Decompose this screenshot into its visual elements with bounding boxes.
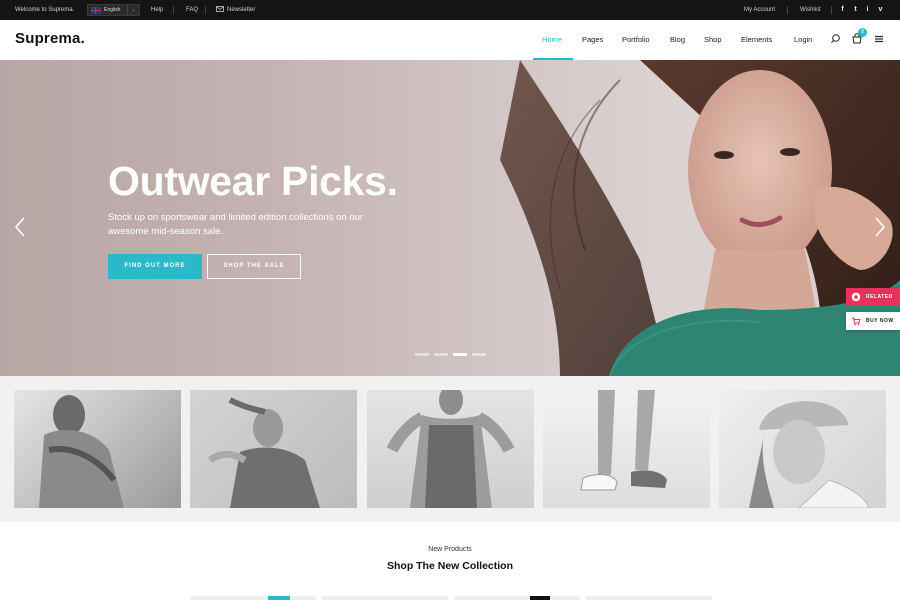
newsletter-link[interactable]: Newsletter xyxy=(227,0,255,20)
hero-title: Outwear Picks. xyxy=(108,158,398,204)
category-tile[interactable] xyxy=(14,390,181,508)
buy-now-label: BUY NOW xyxy=(866,318,894,324)
uk-flag-icon xyxy=(91,7,101,14)
section-eyebrow: New Products xyxy=(428,546,472,553)
nav-pages[interactable]: Pages xyxy=(582,20,603,60)
slider-next-arrow-icon[interactable] xyxy=(873,216,887,238)
nav-login[interactable]: Login xyxy=(794,20,812,60)
cart-icon xyxy=(851,316,861,326)
my-account-link[interactable]: My Account xyxy=(744,0,775,20)
facebook-icon[interactable]: f xyxy=(838,0,847,20)
search-icon[interactable] xyxy=(829,32,843,46)
envelope-icon xyxy=(216,0,226,20)
related-tab[interactable]: RELATED xyxy=(846,288,900,306)
nav-elements[interactable]: Elements xyxy=(741,20,772,60)
section-title: Shop The New Collection xyxy=(386,560,513,572)
hero-subtitle: Stock up on sportswear and limited editi… xyxy=(108,212,364,237)
product-badge xyxy=(268,596,290,600)
slider-prev-arrow-icon[interactable] xyxy=(13,216,27,238)
nav-portfolio[interactable]: Portfolio xyxy=(622,20,650,60)
slider-dot[interactable] xyxy=(472,353,486,356)
language-label: English xyxy=(104,7,121,13)
category-tile[interactable] xyxy=(543,390,710,508)
product-card-top xyxy=(454,596,580,600)
product-card-top xyxy=(586,596,712,600)
product-card-top xyxy=(322,596,448,600)
nav-shop[interactable]: Shop xyxy=(704,20,722,60)
category-tile[interactable] xyxy=(190,390,357,508)
slider-dot[interactable] xyxy=(434,353,448,356)
related-label: RELATED xyxy=(866,294,893,300)
vimeo-icon[interactable]: v xyxy=(876,0,885,20)
nav-blog[interactable]: Blog xyxy=(670,20,685,60)
wishlist-link[interactable]: Wishlist xyxy=(800,0,821,20)
product-card-top xyxy=(190,596,316,600)
top-bar: Welcome to Suprema. English ⌄ Help FAQ N… xyxy=(0,0,900,20)
slider-dot-active[interactable] xyxy=(453,353,467,356)
category-strip xyxy=(0,376,900,522)
chevron-down-icon: ⌄ xyxy=(127,5,139,15)
faq-link[interactable]: FAQ xyxy=(186,0,198,20)
welcome-text: Welcome to Suprema. xyxy=(15,7,75,13)
cart-count-badge: 0 xyxy=(858,28,867,37)
divider xyxy=(173,6,174,14)
shop-the-sale-button[interactable]: SHOP THE SALE xyxy=(207,254,301,279)
category-tile[interactable] xyxy=(719,390,886,508)
instagram-icon[interactable]: i xyxy=(863,0,872,20)
menu-icon[interactable] xyxy=(872,32,886,46)
nav-home[interactable]: Home xyxy=(542,20,562,60)
divider xyxy=(831,6,832,14)
category-tile[interactable] xyxy=(367,390,534,508)
site-logo[interactable]: Suprema. xyxy=(15,30,85,47)
find-out-more-button[interactable]: FIND OUT MORE xyxy=(108,254,202,279)
hero-slider: Outwear Picks. Stock up on sportswear an… xyxy=(0,60,900,376)
divider xyxy=(787,6,788,14)
slider-dot[interactable] xyxy=(415,353,429,356)
buy-now-tab[interactable]: BUY NOW xyxy=(846,312,900,330)
related-icon xyxy=(851,292,861,302)
main-header: Suprema. Home Pages Portfolio Blog Shop … xyxy=(0,20,900,60)
help-link[interactable]: Help xyxy=(151,0,163,20)
language-selector[interactable]: English ⌄ xyxy=(87,4,140,16)
product-badge xyxy=(530,596,550,600)
divider xyxy=(205,6,206,14)
twitter-icon[interactable]: t xyxy=(851,0,860,20)
